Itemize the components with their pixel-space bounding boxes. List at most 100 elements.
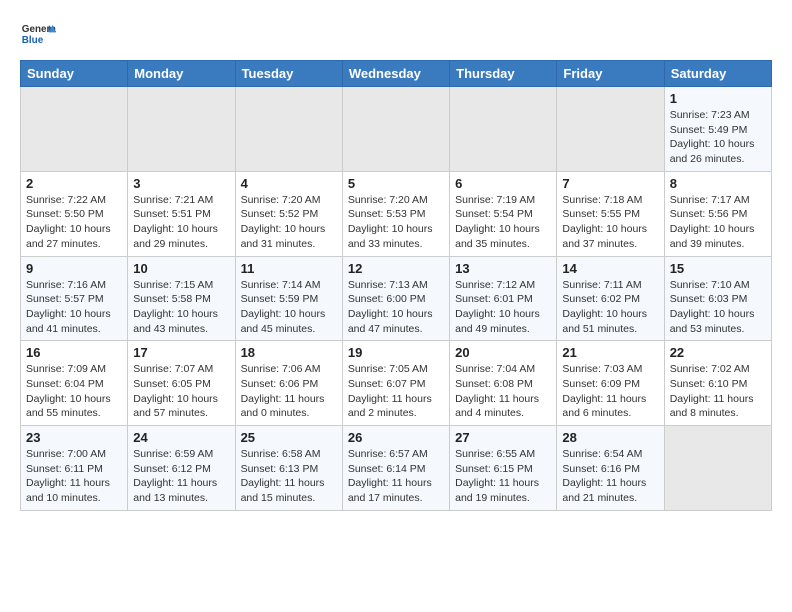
calendar-day-cell: 7 Sunrise: 7:18 AM Sunset: 5:55 PM Daylig…: [557, 171, 664, 256]
calendar-day-cell: 24Sunrise: 6:59 AM Sunset: 6:12 PM Dayli…: [128, 426, 235, 511]
calendar-day-cell: 23 Sunrise: 7:00 AM Sunset: 6:11 PM Dayli…: [21, 426, 128, 511]
calendar-day-cell: 15 Sunrise: 7:10 AM Sunset: 6:03 PM Dayli…: [664, 256, 771, 341]
calendar-day-cell: 5 Sunrise: 7:20 AM Sunset: 5:53 PM Daylig…: [342, 171, 449, 256]
calendar-day-cell: 21 Sunrise: 7:03 AM Sunset: 6:09 PM Dayli…: [557, 341, 664, 426]
weekday-header: Sunday: [21, 61, 128, 87]
day-number: 1: [670, 91, 766, 106]
calendar-day-cell: 17 Sunrise: 7:07 AM Sunset: 6:05 PM Dayli…: [128, 341, 235, 426]
calendar-week-row: 9Sunrise: 7:16 AM Sunset: 5:57 PM Daylig…: [21, 256, 772, 341]
calendar-day-cell: 10Sunrise: 7:15 AM Sunset: 5:58 PM Dayli…: [128, 256, 235, 341]
day-info: Sunrise: 7:19 AM Sunset: 5:54 PM Dayligh…: [455, 193, 551, 252]
calendar-day-cell: 4 Sunrise: 7:20 AM Sunset: 5:52 PM Daylig…: [235, 171, 342, 256]
day-number: 4: [241, 176, 337, 191]
calendar-week-row: 16 Sunrise: 7:09 AM Sunset: 6:04 PM Dayli…: [21, 341, 772, 426]
calendar-day-cell: 27 Sunrise: 6:55 AM Sunset: 6:15 PM Dayli…: [450, 426, 557, 511]
calendar-day-cell: 25 Sunrise: 6:58 AM Sunset: 6:13 PM Dayli…: [235, 426, 342, 511]
calendar-day-cell: [235, 87, 342, 172]
day-info: Sunrise: 7:22 AM Sunset: 5:50 PM Dayligh…: [26, 193, 122, 252]
calendar-day-cell: 2 Sunrise: 7:22 AM Sunset: 5:50 PM Daylig…: [21, 171, 128, 256]
day-number: 26: [348, 430, 444, 445]
calendar-table: SundayMondayTuesdayWednesdayThursdayFrid…: [20, 60, 772, 511]
day-info: Sunrise: 7:12 AM Sunset: 6:01 PM Dayligh…: [455, 278, 551, 337]
day-number: 20: [455, 345, 551, 360]
calendar-day-cell: [342, 87, 449, 172]
day-number: 7: [562, 176, 658, 191]
day-info: Sunrise: 7:07 AM Sunset: 6:05 PM Dayligh…: [133, 362, 229, 421]
calendar-day-cell: 11 Sunrise: 7:14 AM Sunset: 5:59 PM Dayli…: [235, 256, 342, 341]
weekday-header: Saturday: [664, 61, 771, 87]
day-number: 3: [133, 176, 229, 191]
calendar-day-cell: [557, 87, 664, 172]
day-info: Sunrise: 7:20 AM Sunset: 5:52 PM Dayligh…: [241, 193, 337, 252]
header: General Blue: [20, 16, 772, 52]
day-number: 23: [26, 430, 122, 445]
calendar-day-cell: 18 Sunrise: 7:06 AM Sunset: 6:06 PM Dayli…: [235, 341, 342, 426]
day-info: Sunrise: 7:06 AM Sunset: 6:06 PM Dayligh…: [241, 362, 337, 421]
calendar-day-cell: 9Sunrise: 7:16 AM Sunset: 5:57 PM Daylig…: [21, 256, 128, 341]
calendar-header-row: SundayMondayTuesdayWednesdayThursdayFrid…: [21, 61, 772, 87]
day-number: 2: [26, 176, 122, 191]
day-number: 22: [670, 345, 766, 360]
day-info: Sunrise: 7:03 AM Sunset: 6:09 PM Dayligh…: [562, 362, 658, 421]
day-number: 27: [455, 430, 551, 445]
logo-icon: General Blue: [20, 16, 56, 52]
day-number: 19: [348, 345, 444, 360]
calendar-day-cell: 28 Sunrise: 6:54 AM Sunset: 6:16 PM Dayli…: [557, 426, 664, 511]
day-info: Sunrise: 7:02 AM Sunset: 6:10 PM Dayligh…: [670, 362, 766, 421]
calendar-week-row: 23 Sunrise: 7:00 AM Sunset: 6:11 PM Dayli…: [21, 426, 772, 511]
day-number: 21: [562, 345, 658, 360]
day-info: Sunrise: 6:54 AM Sunset: 6:16 PM Dayligh…: [562, 447, 658, 506]
calendar-day-cell: [128, 87, 235, 172]
calendar-day-cell: [450, 87, 557, 172]
day-number: 25: [241, 430, 337, 445]
day-info: Sunrise: 7:23 AM Sunset: 5:49 PM Dayligh…: [670, 108, 766, 167]
day-info: Sunrise: 7:09 AM Sunset: 6:04 PM Dayligh…: [26, 362, 122, 421]
day-info: Sunrise: 6:55 AM Sunset: 6:15 PM Dayligh…: [455, 447, 551, 506]
day-info: Sunrise: 7:00 AM Sunset: 6:11 PM Dayligh…: [26, 447, 122, 506]
day-number: 11: [241, 261, 337, 276]
day-number: 14: [562, 261, 658, 276]
day-info: Sunrise: 6:59 AM Sunset: 6:12 PM Dayligh…: [133, 447, 229, 506]
day-info: Sunrise: 7:04 AM Sunset: 6:08 PM Dayligh…: [455, 362, 551, 421]
calendar-day-cell: 6 Sunrise: 7:19 AM Sunset: 5:54 PM Daylig…: [450, 171, 557, 256]
day-number: 17: [133, 345, 229, 360]
day-number: 12: [348, 261, 444, 276]
calendar-day-cell: 14Sunrise: 7:11 AM Sunset: 6:02 PM Dayli…: [557, 256, 664, 341]
day-info: Sunrise: 7:18 AM Sunset: 5:55 PM Dayligh…: [562, 193, 658, 252]
calendar-day-cell: 12 Sunrise: 7:13 AM Sunset: 6:00 PM Dayli…: [342, 256, 449, 341]
day-info: Sunrise: 7:20 AM Sunset: 5:53 PM Dayligh…: [348, 193, 444, 252]
day-number: 6: [455, 176, 551, 191]
day-number: 15: [670, 261, 766, 276]
day-number: 8: [670, 176, 766, 191]
svg-text:Blue: Blue: [22, 35, 44, 46]
day-info: Sunrise: 7:14 AM Sunset: 5:59 PM Dayligh…: [241, 278, 337, 337]
day-info: Sunrise: 7:10 AM Sunset: 6:03 PM Dayligh…: [670, 278, 766, 337]
day-info: Sunrise: 7:05 AM Sunset: 6:07 PM Dayligh…: [348, 362, 444, 421]
day-number: 16: [26, 345, 122, 360]
calendar-day-cell: 13Sunrise: 7:12 AM Sunset: 6:01 PM Dayli…: [450, 256, 557, 341]
calendar-day-cell: 8Sunrise: 7:17 AM Sunset: 5:56 PM Daylig…: [664, 171, 771, 256]
weekday-header: Tuesday: [235, 61, 342, 87]
calendar-week-row: 2 Sunrise: 7:22 AM Sunset: 5:50 PM Daylig…: [21, 171, 772, 256]
calendar-day-cell: 20 Sunrise: 7:04 AM Sunset: 6:08 PM Dayli…: [450, 341, 557, 426]
weekday-header: Friday: [557, 61, 664, 87]
calendar-day-cell: 1 Sunrise: 7:23 AM Sunset: 5:49 PM Daylig…: [664, 87, 771, 172]
calendar-day-cell: [664, 426, 771, 511]
calendar-day-cell: 22 Sunrise: 7:02 AM Sunset: 6:10 PM Dayli…: [664, 341, 771, 426]
weekday-header: Wednesday: [342, 61, 449, 87]
calendar-day-cell: 19 Sunrise: 7:05 AM Sunset: 6:07 PM Dayli…: [342, 341, 449, 426]
calendar-day-cell: 3 Sunrise: 7:21 AM Sunset: 5:51 PM Daylig…: [128, 171, 235, 256]
day-info: Sunrise: 7:13 AM Sunset: 6:00 PM Dayligh…: [348, 278, 444, 337]
day-number: 5: [348, 176, 444, 191]
weekday-header: Thursday: [450, 61, 557, 87]
calendar-day-cell: 16 Sunrise: 7:09 AM Sunset: 6:04 PM Dayli…: [21, 341, 128, 426]
day-info: Sunrise: 7:21 AM Sunset: 5:51 PM Dayligh…: [133, 193, 229, 252]
day-number: 10: [133, 261, 229, 276]
day-info: Sunrise: 6:58 AM Sunset: 6:13 PM Dayligh…: [241, 447, 337, 506]
day-number: 28: [562, 430, 658, 445]
page: General Blue SundayMondayTuesdayWednesda…: [0, 0, 792, 527]
day-info: Sunrise: 7:16 AM Sunset: 5:57 PM Dayligh…: [26, 278, 122, 337]
logo: General Blue: [20, 16, 60, 52]
day-number: 18: [241, 345, 337, 360]
calendar-day-cell: [21, 87, 128, 172]
